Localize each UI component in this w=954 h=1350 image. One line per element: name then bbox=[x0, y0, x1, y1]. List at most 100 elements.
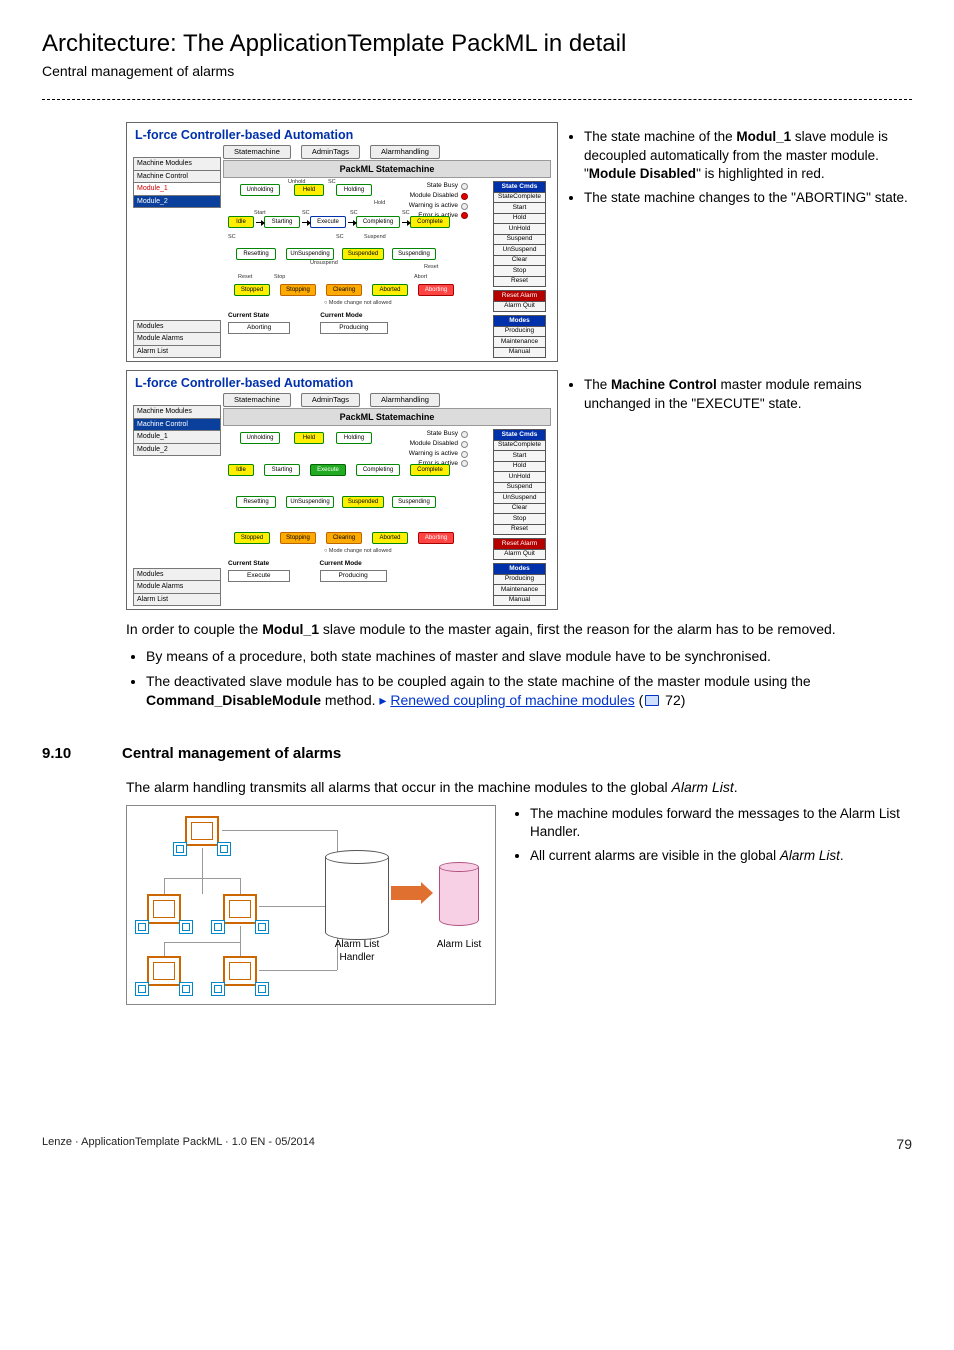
state-unholding: Unholding bbox=[240, 432, 280, 444]
side-machine-modules[interactable]: Machine Modules bbox=[133, 157, 221, 170]
side-machine-modules[interactable]: Machine Modules bbox=[133, 405, 221, 418]
section-number: 9.10 bbox=[42, 744, 100, 764]
cmd-reset[interactable]: Reset bbox=[493, 524, 546, 536]
state-suspending: Suspending bbox=[392, 248, 436, 260]
submodule-icon bbox=[135, 982, 149, 996]
bottom-alarm-list[interactable]: Alarm List bbox=[133, 345, 221, 358]
alarm-diagram: Alarm List Handler Alarm List bbox=[126, 805, 496, 1005]
state-resetting: Resetting bbox=[236, 248, 276, 260]
conn-line bbox=[202, 848, 203, 894]
fig1-panel: L-force Controller-based Automation Mach… bbox=[126, 122, 558, 362]
status-disabled: Module Disabled bbox=[410, 192, 458, 201]
state-clearing: Clearing bbox=[326, 532, 362, 544]
fig1-note-b: The state machine changes to the "ABORTI… bbox=[584, 189, 912, 207]
state-suspending: Suspending bbox=[392, 496, 436, 508]
cap-list: Alarm List bbox=[427, 938, 491, 952]
warn-dot-icon bbox=[461, 451, 468, 458]
tab-alarmhandling[interactable]: Alarmhandling bbox=[370, 145, 440, 159]
bottom-module-alarms[interactable]: Module Alarms bbox=[133, 580, 221, 593]
mode-manual[interactable]: Manual bbox=[493, 347, 546, 359]
conn-line bbox=[240, 878, 241, 894]
bottom-alarm-list[interactable]: Alarm List bbox=[133, 593, 221, 606]
cur-state-val: Execute bbox=[228, 570, 290, 583]
disabled-dot-icon bbox=[461, 193, 468, 200]
state-execute: Execute bbox=[310, 216, 346, 228]
arrow-icon bbox=[348, 222, 356, 223]
status-busy: State Busy bbox=[427, 430, 458, 439]
status-busy: State Busy bbox=[427, 182, 458, 191]
conn-line bbox=[259, 970, 337, 971]
book-icon bbox=[645, 695, 659, 706]
state-aborted: Aborted bbox=[372, 532, 408, 544]
sec910-intro: The alarm handling transmits all alarms … bbox=[126, 778, 912, 797]
fig2-panel: L-force Controller-based Automation Mach… bbox=[126, 370, 558, 610]
state-holding: Holding bbox=[336, 432, 372, 444]
link-renewed-coupling[interactable]: Renewed coupling of machine modules bbox=[390, 692, 634, 708]
lbl-suspend: Suspend bbox=[364, 234, 386, 241]
cur-mode-val: Producing bbox=[320, 570, 387, 583]
lbl-sc4: SC bbox=[402, 210, 410, 217]
lbl-unhold: Unhold bbox=[288, 179, 305, 186]
cur-state-val: Aborting bbox=[228, 322, 290, 335]
arrow-right-icon: ▸ bbox=[379, 692, 386, 708]
tab-admintags[interactable]: AdminTags bbox=[301, 145, 360, 159]
cmd-alarm-quit[interactable]: Alarm Quit bbox=[493, 301, 546, 313]
cmd-alarm-quit[interactable]: Alarm Quit bbox=[493, 549, 546, 561]
arrow-icon bbox=[256, 222, 264, 223]
bottom-modules[interactable]: Modules bbox=[133, 320, 221, 333]
submodule-icon bbox=[217, 842, 231, 856]
conn-line bbox=[164, 878, 165, 894]
lbl-reset2: Reset bbox=[238, 274, 252, 281]
state-completing: Completing bbox=[356, 464, 400, 476]
warn-dot-icon bbox=[461, 203, 468, 210]
lbl-sc: SC bbox=[328, 179, 336, 186]
cmd-reset[interactable]: Reset bbox=[493, 276, 546, 288]
lbl-abort: Abort bbox=[414, 274, 427, 281]
thick-arrow-icon bbox=[391, 886, 423, 900]
packml-title: PackML Statemachine bbox=[223, 408, 551, 426]
submodule-icon bbox=[211, 920, 225, 934]
state-completing: Completing bbox=[356, 216, 400, 228]
section-title: Central management of alarms bbox=[122, 744, 341, 764]
side-module2[interactable]: Module_2 bbox=[133, 443, 221, 456]
status-disabled: Module Disabled bbox=[410, 440, 458, 449]
state-unsuspending: UnSuspending bbox=[286, 248, 334, 260]
state-aborted: Aborted bbox=[372, 284, 408, 296]
chart-area: State Busy Module Disabled Warning is ac… bbox=[223, 427, 551, 585]
alarm-list-cylinder-icon bbox=[439, 862, 479, 926]
packml-title: PackML Statemachine bbox=[223, 160, 551, 178]
state-stopping: Stopping bbox=[280, 532, 316, 544]
submodule-icon bbox=[211, 982, 225, 996]
panel-title: L-force Controller-based Automation bbox=[127, 123, 557, 144]
state-starting: Starting bbox=[264, 216, 300, 228]
bottom-module-alarms[interactable]: Module Alarms bbox=[133, 332, 221, 345]
side-module2[interactable]: Module_2 bbox=[133, 195, 221, 208]
conn-line bbox=[164, 878, 240, 879]
lbl-reset: Reset bbox=[424, 264, 438, 271]
conn-line bbox=[222, 830, 337, 831]
tab-alarmhandling[interactable]: Alarmhandling bbox=[370, 393, 440, 407]
state-stopped: Stopped bbox=[234, 284, 270, 296]
submodule-icon bbox=[179, 982, 193, 996]
tab-statemachine[interactable]: Statemachine bbox=[223, 393, 291, 407]
doc-title: Architecture: The ApplicationTemplate Pa… bbox=[42, 28, 912, 60]
bullet-sync: By means of a procedure, both state mach… bbox=[146, 647, 912, 666]
tab-statemachine[interactable]: Statemachine bbox=[223, 145, 291, 159]
tab-admintags[interactable]: AdminTags bbox=[301, 393, 360, 407]
lbl-stop: Stop bbox=[274, 274, 285, 281]
state-resetting: Resetting bbox=[236, 496, 276, 508]
state-held: Held bbox=[294, 432, 324, 444]
lbl-modenote: ○ Mode change not allowed bbox=[324, 300, 392, 307]
state-idle: Idle bbox=[228, 464, 254, 476]
side-machine-control[interactable]: Machine Control bbox=[133, 418, 221, 431]
state-stopping: Stopping bbox=[280, 284, 316, 296]
side-machine-control[interactable]: Machine Control bbox=[133, 170, 221, 183]
state-complete: Complete bbox=[410, 216, 450, 228]
side-module1[interactable]: Module_1 bbox=[133, 182, 221, 195]
module-top-icon bbox=[185, 816, 219, 846]
side-module1[interactable]: Module_1 bbox=[133, 430, 221, 443]
mode-manual[interactable]: Manual bbox=[493, 595, 546, 607]
state-idle: Idle bbox=[228, 216, 254, 228]
bottom-modules[interactable]: Modules bbox=[133, 568, 221, 581]
fig1-note-a: The state machine of the Modul_1 slave m… bbox=[584, 128, 912, 183]
